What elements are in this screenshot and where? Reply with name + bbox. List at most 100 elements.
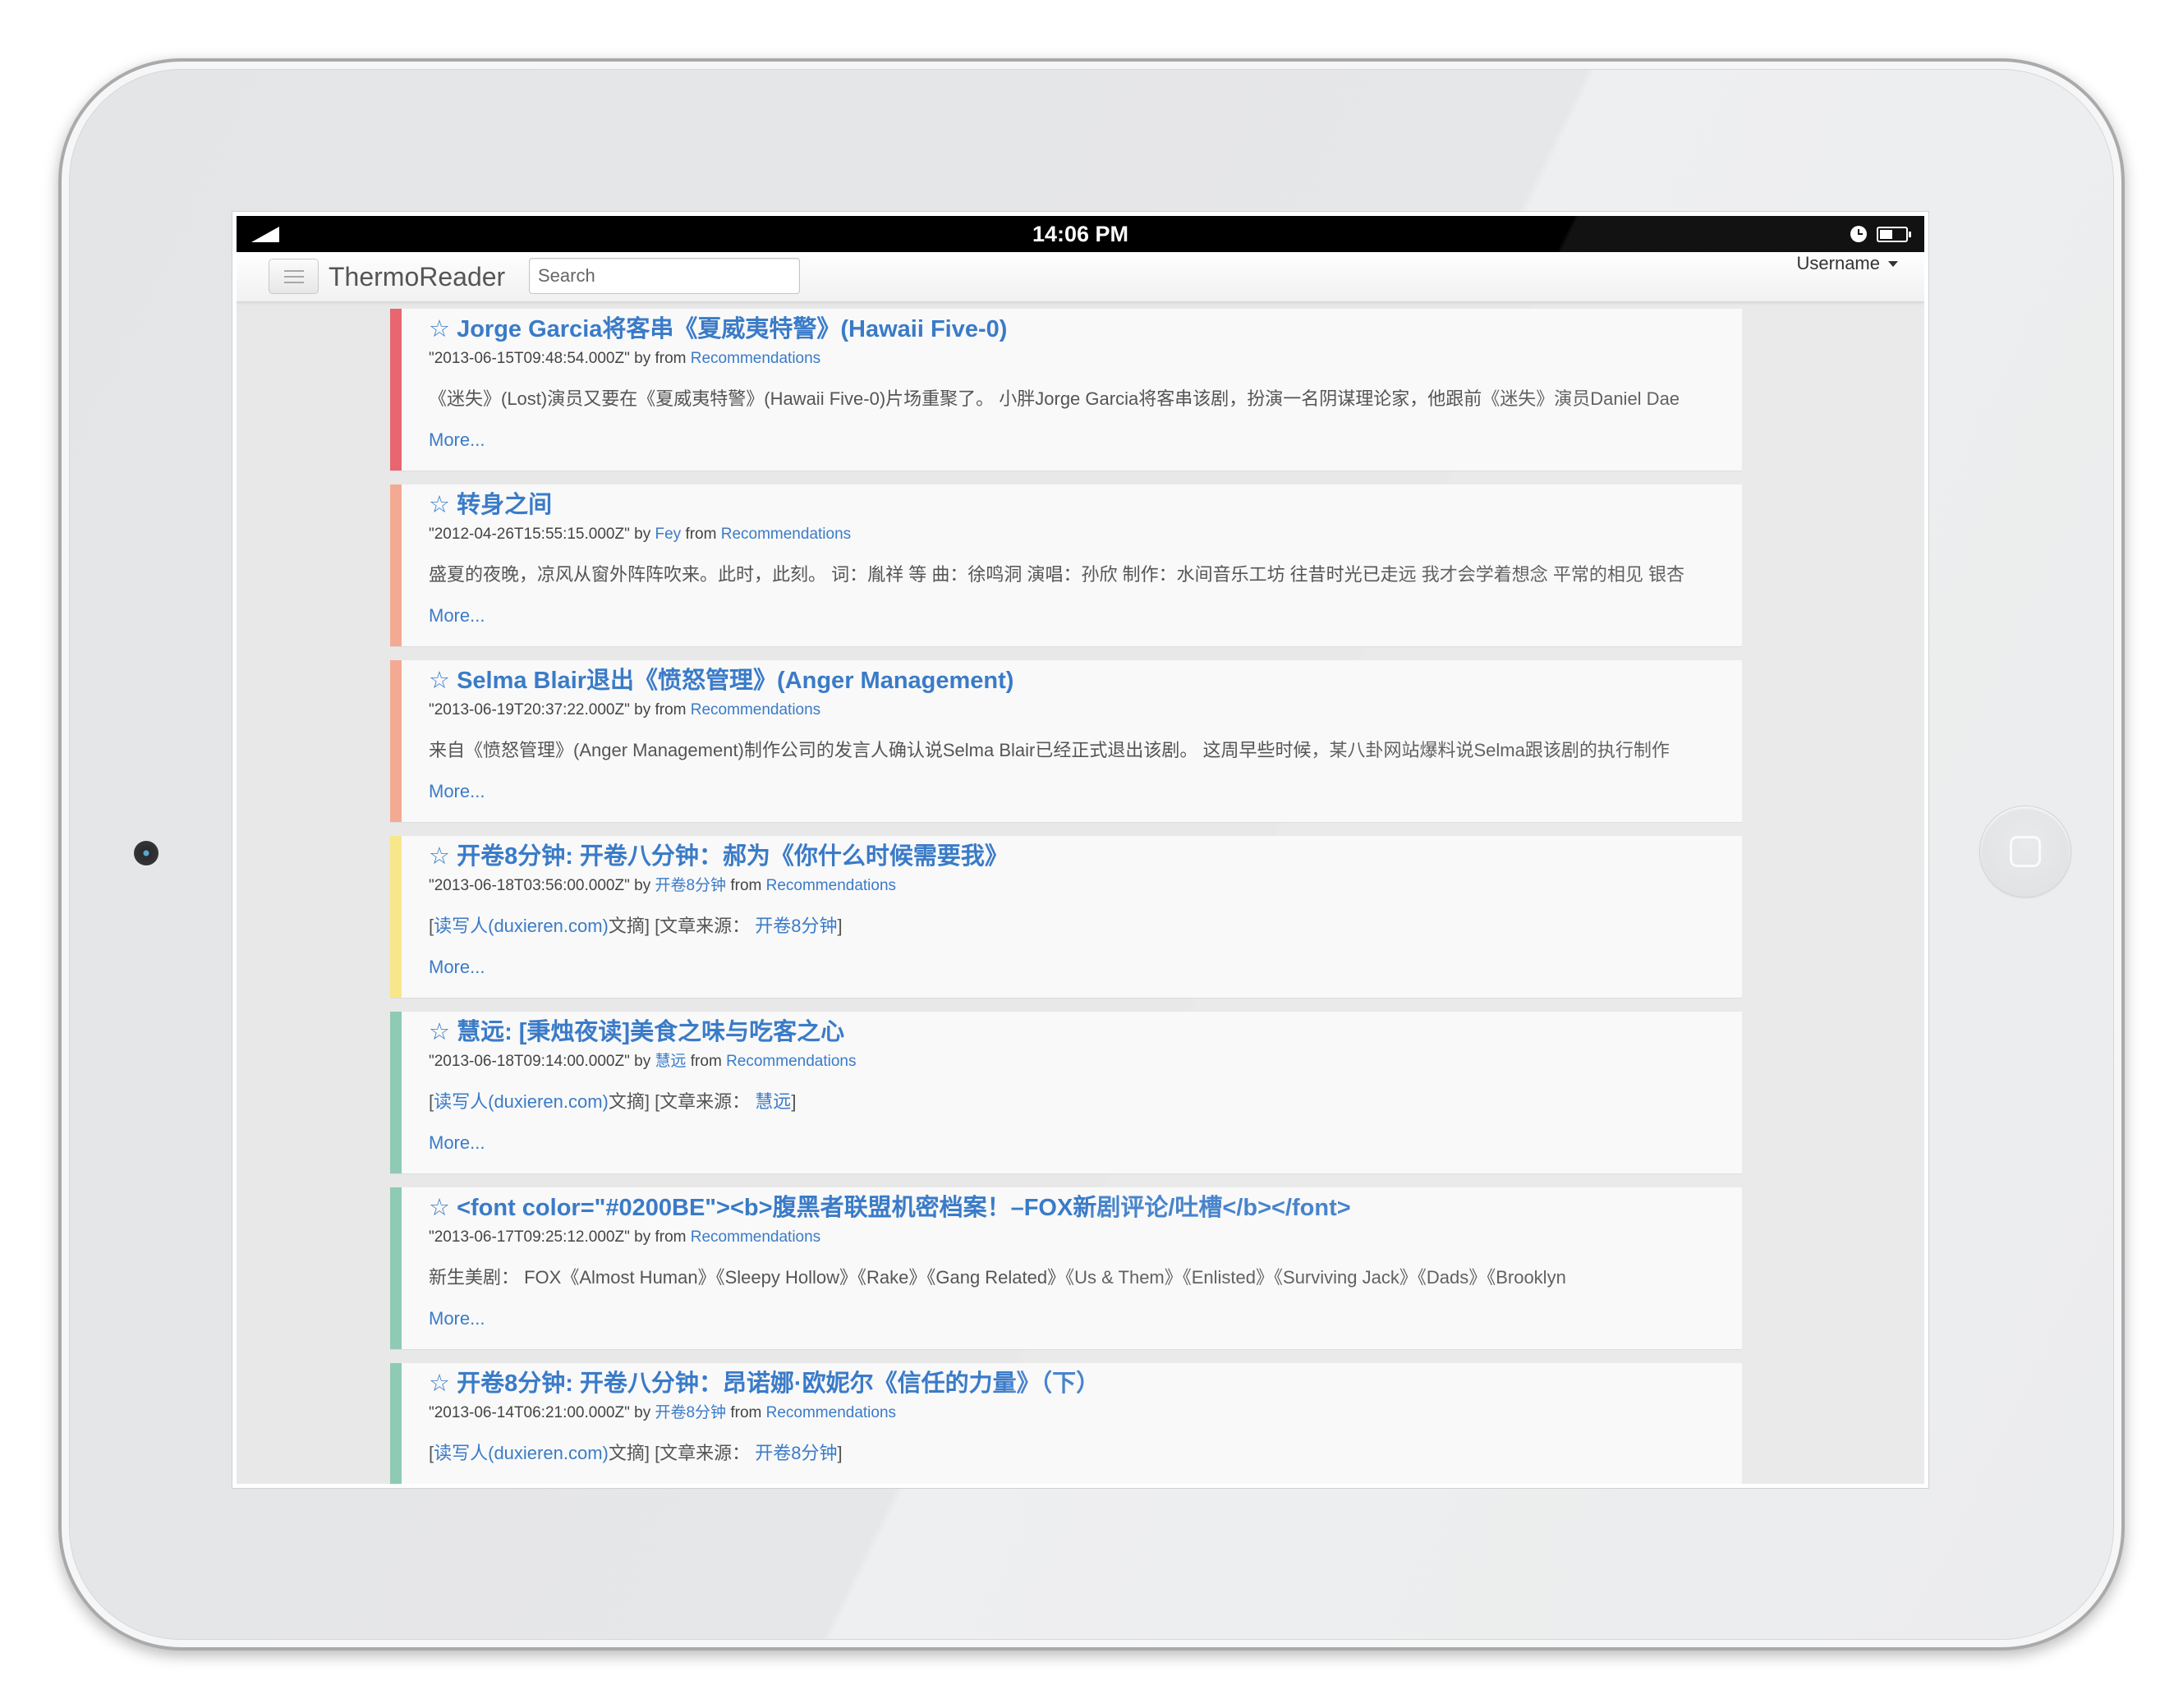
more-link[interactable]: More... xyxy=(429,425,1714,455)
item-meta: "2013-06-18T09:14:00.000Z" by 慧远 from Re… xyxy=(429,1052,1714,1072)
feed-item: ☆ <font color="#0200BE"><b>腹黑者联盟机密档案！–FO… xyxy=(390,1187,1742,1349)
item-date: "2013-06-14T06:21:00.000Z" xyxy=(429,1404,630,1421)
by-label: by xyxy=(634,526,651,543)
author-link[interactable]: Fey xyxy=(655,526,681,543)
excerpt-text: ] xyxy=(837,1443,843,1463)
by-label: by xyxy=(634,1053,651,1070)
item-title: ☆ 转身之间 xyxy=(429,489,1714,521)
menu-button[interactable] xyxy=(269,259,319,294)
item-title-link[interactable]: Jorge Garcia将客串《夏威夷特警》(Hawaii Five-0) xyxy=(457,316,1007,342)
item-title-link[interactable]: 开卷8分钟: 开卷八分钟：昂诺娜·欧妮尔《信任的力量》（下） xyxy=(457,1371,1100,1397)
from-label: from xyxy=(685,526,717,543)
item-meta: "2013-06-17T09:25:12.000Z" by from Recom… xyxy=(429,1228,1714,1247)
item-date: "2013-06-19T20:37:22.000Z" xyxy=(429,701,630,719)
star-icon[interactable]: ☆ xyxy=(429,668,450,694)
by-label: by xyxy=(634,1228,651,1246)
search-input[interactable] xyxy=(529,258,800,294)
excerpt-link[interactable]: 读写人(duxieren.com) xyxy=(434,1091,609,1112)
excerpt-text: 《迷失》(Lost)演员又要在《夏威夷特警》(Hawaii Five-0)片场重… xyxy=(429,388,1680,409)
feed-list: ☆ Jorge Garcia将客串《夏威夷特警》(Hawaii Five-0) "… xyxy=(390,309,1742,1484)
feed-item: ☆ 开卷8分钟: 开卷八分钟：郝为《你什么时候需要我》 "2013-06-18T0… xyxy=(390,836,1742,998)
hamburger-icon xyxy=(283,281,304,283)
front-camera xyxy=(134,841,159,865)
excerpt-text: 文摘] [文章来源： xyxy=(608,1091,756,1112)
from-label: from xyxy=(655,1228,687,1246)
by-label: by xyxy=(634,701,651,719)
feed-item: ☆ Selma Blair退出《愤怒管理》(Anger Management) "… xyxy=(390,660,1742,822)
from-label: from xyxy=(690,1053,722,1070)
item-meta: "2013-06-15T09:48:54.000Z" by from Recom… xyxy=(429,349,1714,369)
source-link[interactable]: Recommendations xyxy=(691,350,820,367)
excerpt-text: 文摘] [文章来源： xyxy=(608,1443,756,1463)
author-link[interactable]: 开卷8分钟 xyxy=(655,1404,726,1421)
home-button xyxy=(1979,806,2071,898)
user-menu-dropdown[interactable]: Username xyxy=(1797,253,1898,274)
more-link[interactable]: More... xyxy=(429,601,1714,631)
item-title-link[interactable]: <font color="#0200BE"><b>腹黑者联盟机密档案！–FOX新… xyxy=(457,1195,1351,1221)
star-icon[interactable]: ☆ xyxy=(429,316,450,342)
feed-item: ☆ Jorge Garcia将客串《夏威夷特警》(Hawaii Five-0) "… xyxy=(390,309,1742,471)
item-title: ☆ Selma Blair退出《愤怒管理》(Anger Management) xyxy=(429,665,1714,696)
star-icon[interactable]: ☆ xyxy=(429,1195,450,1221)
source-link[interactable]: Recommendations xyxy=(766,877,896,894)
item-title-link[interactable]: 慧远: [秉烛夜读]美食之味与吃客之心 xyxy=(457,1019,844,1045)
item-excerpt: 来自《愤怒管理》(Anger Management)制作公司的发言人确认说Sel… xyxy=(429,736,1714,765)
item-excerpt: 新生美剧： FOX《Almost Human》《Sleepy Hollow》《R… xyxy=(429,1263,1714,1292)
excerpt-text: ] xyxy=(791,1091,797,1112)
by-label: by xyxy=(634,350,651,367)
source-link[interactable]: Recommendations xyxy=(721,526,851,543)
app-brand[interactable]: ThermoReader xyxy=(329,252,505,301)
author-link[interactable]: 慧远 xyxy=(655,1053,686,1070)
feed-item: ☆ 慧远: [秉烛夜读]美食之味与吃客之心 "2013-06-18T09:14:0… xyxy=(390,1012,1742,1173)
author-link[interactable]: 开卷8分钟 xyxy=(655,877,726,894)
battery-fill xyxy=(1880,230,1892,239)
item-title-link[interactable]: 转身之间 xyxy=(457,492,552,518)
item-title: ☆ 慧远: [秉烛夜读]美食之味与吃客之心 xyxy=(429,1017,1714,1048)
username-label: Username xyxy=(1796,253,1880,273)
item-title: ☆ 开卷8分钟: 开卷八分钟：郝为《你什么时候需要我》 xyxy=(429,841,1714,872)
excerpt-link[interactable]: 读写人(duxieren.com) xyxy=(434,1443,609,1463)
more-link[interactable]: More... xyxy=(429,777,1714,806)
star-icon[interactable]: ☆ xyxy=(429,1019,450,1045)
excerpt-link[interactable]: 读写人(duxieren.com) xyxy=(434,916,609,936)
more-link[interactable]: More... xyxy=(429,1304,1714,1334)
item-title-link[interactable]: 开卷8分钟: 开卷八分钟：郝为《你什么时候需要我》 xyxy=(457,843,1009,870)
more-link[interactable]: More... xyxy=(429,1128,1714,1158)
caret-down-icon xyxy=(1888,260,1898,267)
excerpt-link[interactable]: 开卷8分钟 xyxy=(755,1443,837,1463)
clock-icon xyxy=(1850,226,1867,242)
star-icon[interactable]: ☆ xyxy=(429,1371,450,1397)
excerpt-text: 盛夏的夜晚，凉风从窗外阵阵吹来。此时，此刻。 词：胤祥 等 曲：徐鸣洞 演唱：孙… xyxy=(429,564,1685,585)
item-meta: "2013-06-19T20:37:22.000Z" by from Recom… xyxy=(429,700,1714,720)
status-bar: 14:06 PM xyxy=(237,216,1924,252)
source-link[interactable]: Recommendations xyxy=(726,1053,856,1070)
item-title-link[interactable]: Selma Blair退出《愤怒管理》(Anger Management) xyxy=(457,668,1013,694)
item-excerpt: [读写人(duxieren.com)文摘] [文章来源： 慧远] xyxy=(429,1087,1714,1117)
item-title: ☆ 开卷8分钟: 开卷八分钟：昂诺娜·欧妮尔《信任的力量》（下） xyxy=(429,1368,1714,1399)
source-link[interactable]: Recommendations xyxy=(766,1404,896,1421)
star-icon[interactable]: ☆ xyxy=(429,843,450,870)
more-link[interactable]: More... xyxy=(429,953,1714,982)
status-time: 14:06 PM xyxy=(1032,222,1129,246)
item-meta: "2013-06-14T06:21:00.000Z" by 开卷8分钟 from… xyxy=(429,1403,1714,1423)
star-icon[interactable]: ☆ xyxy=(429,492,450,518)
item-title: ☆ <font color="#0200BE"><b>腹黑者联盟机密档案！–FO… xyxy=(429,1192,1714,1224)
tablet-screen: 14:06 PM ThermoReader Username ☆ Jorge G… xyxy=(232,212,1928,1488)
item-excerpt: [读写人(duxieren.com)文摘] [文章来源： 开卷8分钟] xyxy=(429,1439,1714,1468)
item-date: "2013-06-18T09:14:00.000Z" xyxy=(429,1053,630,1070)
excerpt-link[interactable]: 慧远 xyxy=(755,1091,791,1112)
feed-item: ☆ 转身之间 "2012-04-26T15:55:15.000Z" by Fey … xyxy=(390,484,1742,646)
from-label: from xyxy=(730,877,762,894)
home-square-icon xyxy=(2010,836,2041,867)
hamburger-icon xyxy=(283,275,304,278)
from-label: from xyxy=(655,350,687,367)
item-meta: "2012-04-26T15:55:15.000Z" by Fey from R… xyxy=(429,525,1714,544)
main-content: ☆ Jorge Garcia将客串《夏威夷特警》(Hawaii Five-0) "… xyxy=(237,302,1924,1484)
excerpt-link[interactable]: 开卷8分钟 xyxy=(755,916,837,936)
source-link[interactable]: Recommendations xyxy=(691,701,820,719)
source-link[interactable]: Recommendations xyxy=(691,1228,820,1246)
excerpt-text: 文摘] [文章来源： xyxy=(608,916,756,936)
by-label: by xyxy=(634,877,651,894)
excerpt-text: ] xyxy=(837,916,843,936)
feed-item: ☆ 开卷8分钟: 开卷八分钟：昂诺娜·欧妮尔《信任的力量》（下） "2013-06… xyxy=(390,1363,1742,1484)
